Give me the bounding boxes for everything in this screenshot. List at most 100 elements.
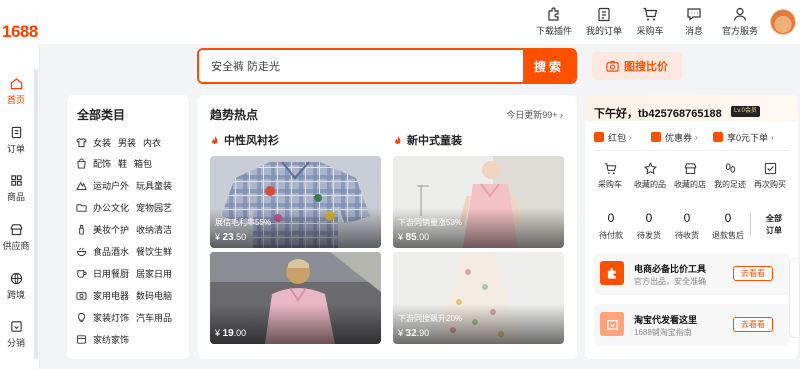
sidebar-item-orders[interactable]: 订单 bbox=[0, 126, 32, 155]
search-input[interactable] bbox=[199, 50, 523, 82]
category-link[interactable]: 家纺家饰 bbox=[93, 333, 129, 346]
category-link[interactable]: 数码电脑 bbox=[136, 289, 172, 302]
category-link[interactable]: 宠物园艺 bbox=[136, 201, 172, 214]
quick-buy-again[interactable]: 再次购买 bbox=[750, 162, 790, 190]
zero-yuan-icon bbox=[713, 132, 723, 142]
category-link[interactable]: 日用餐厨 bbox=[93, 267, 129, 280]
stat-pending-payment[interactable]: 0 待付款 bbox=[593, 211, 629, 241]
logo-1688[interactable]: 1688 bbox=[2, 22, 38, 42]
trend-panel: 趋势热点 今日更新99+ › 中性风衬衫 新中式童装 展信毛利率55% ¥ 23… bbox=[198, 95, 577, 359]
sidebar-item-home[interactable]: 首页 bbox=[0, 77, 32, 106]
puzzle-icon bbox=[548, 7, 559, 21]
cup-icon bbox=[77, 269, 87, 278]
category-row: 配饰鞋箱包 bbox=[76, 156, 159, 170]
top-bar: 1688 下载插件 我的订单 采购车 消息 官方服务 bbox=[0, 0, 800, 44]
category-row: 家用电器 数码电脑 bbox=[76, 288, 179, 302]
search-button[interactable]: 搜索 bbox=[523, 50, 575, 82]
product-card[interactable]: ¥ 19.00 bbox=[210, 252, 381, 344]
greeting-text: 下午好，tb425768765188 bbox=[594, 108, 722, 120]
official-service-button[interactable]: 官方服务 bbox=[716, 6, 764, 37]
puzzle-icon bbox=[607, 267, 616, 279]
category-row: 办公文化 宠物园艺 bbox=[76, 200, 179, 214]
category-link[interactable]: 美妆个护 bbox=[93, 223, 129, 236]
product-card[interactable]: 下游同销量涨53% ¥ 85.00 bbox=[393, 156, 564, 248]
beauty-icon bbox=[79, 224, 84, 235]
stat-pending-shipment[interactable]: 0 待发货 bbox=[631, 211, 667, 241]
category-link[interactable]: 餐饮生鲜 bbox=[136, 245, 172, 258]
user-panel: 下午好，tb425768765188 Lv.0会员 红包 › 优惠券 › 享0元下单… bbox=[585, 95, 798, 359]
quick-favorite-products[interactable]: 收藏的品 bbox=[630, 162, 670, 190]
taobao-dropship-card[interactable]: 淘宝代发看这里 1688铺淘宝指南 去看看 bbox=[594, 304, 790, 346]
go-see-button[interactable]: 去看看 bbox=[733, 266, 773, 281]
quick-cart[interactable]: 采购车 bbox=[590, 162, 630, 190]
category-row: 美妆个护 收纳清洁 bbox=[76, 222, 179, 236]
category-row: 家装灯饰 汽车用品 bbox=[76, 310, 179, 324]
folder-icon bbox=[76, 203, 87, 212]
textile-icon bbox=[76, 334, 87, 344]
product-card[interactable]: 下游同搜飙升20% ¥ 32.90 bbox=[393, 252, 564, 344]
category-link[interactable]: 家装灯饰 bbox=[93, 311, 129, 324]
message-icon bbox=[687, 8, 701, 21]
download-plugin-button[interactable]: 下载插件 bbox=[528, 6, 580, 37]
fire-icon bbox=[212, 135, 218, 144]
category-link[interactable]: 家用电器 bbox=[93, 289, 129, 302]
all-orders-link[interactable]: 全部 订单 bbox=[762, 213, 786, 237]
category-link[interactable]: 收纳清洁 bbox=[136, 223, 172, 236]
category-link[interactable]: 内衣 bbox=[143, 136, 161, 149]
stat-pending-receipt[interactable]: 0 待收货 bbox=[669, 211, 705, 241]
category-link[interactable]: 配饰 bbox=[93, 157, 111, 170]
category-link[interactable]: 居家日用 bbox=[136, 267, 172, 280]
camera-icon bbox=[606, 60, 619, 72]
category-link[interactable]: 箱包 bbox=[134, 157, 152, 170]
category-link[interactable]: 女装 bbox=[93, 136, 111, 149]
tshirt-icon bbox=[76, 137, 87, 147]
sidebar-item-products[interactable]: 商品 bbox=[0, 174, 32, 203]
category-row: 日用餐厨 居家日用 bbox=[76, 266, 179, 280]
product-tag: 下游同搜飙升20% bbox=[398, 314, 463, 323]
category-row: 家纺家饰 bbox=[76, 332, 136, 346]
category-link[interactable]: 鞋 bbox=[118, 157, 127, 170]
product-price: ¥ 85.00 bbox=[398, 232, 430, 243]
category-row: 女装 男装 内衣 bbox=[76, 135, 168, 149]
category-link[interactable]: 男装 bbox=[118, 136, 136, 149]
zero-yuan-order-link[interactable]: 享0元下单 › bbox=[713, 130, 774, 144]
sidebar-scrollbar[interactable] bbox=[34, 69, 38, 359]
trend-group-title[interactable]: 中性风衬衫 bbox=[210, 132, 279, 148]
category-link[interactable]: 运动户外 bbox=[93, 179, 129, 192]
camera-icon bbox=[76, 291, 87, 300]
price-compare-tool-card[interactable]: 电商必备比价工具 官方出品，安全准确 去看看 bbox=[594, 253, 790, 295]
my-orders-button[interactable]: 我的订单 bbox=[580, 6, 628, 37]
member-level-badge[interactable]: Lv.0会员 bbox=[731, 106, 760, 117]
shop-icon bbox=[684, 163, 696, 174]
box-icon bbox=[606, 319, 618, 330]
floating-toolbar[interactable] bbox=[789, 258, 800, 338]
sidebar-item-cross-border[interactable]: 跨境 bbox=[0, 272, 32, 301]
top-nav: 下载插件 我的订单 采购车 消息 官方服务 bbox=[528, 6, 764, 37]
category-panel: 全部类目 女装 男装 内衣 配饰鞋箱包 运动户外 玩具童装 办公文化 宠物园艺 美妆个护… bbox=[67, 95, 189, 359]
coupon-icon bbox=[651, 132, 661, 142]
image-search-button[interactable]: 图搜比价 bbox=[592, 52, 682, 80]
category-link[interactable]: 玩具童装 bbox=[136, 179, 172, 192]
avatar[interactable] bbox=[770, 9, 796, 35]
red-packet-link[interactable]: 红包 › bbox=[594, 130, 632, 144]
red-packet-icon bbox=[594, 132, 604, 142]
category-title: 全部类目 bbox=[77, 108, 126, 122]
product-card[interactable]: 展信毛利率55% ¥ 23.50 bbox=[210, 156, 381, 248]
go-see-button[interactable]: 去看看 bbox=[733, 317, 773, 332]
quick-favorite-shops[interactable]: 收藏的店 bbox=[670, 162, 710, 190]
sidebar-item-distribution[interactable]: 分销 bbox=[0, 320, 32, 349]
trend-update-link[interactable]: 今日更新99+ › bbox=[506, 108, 563, 121]
category-link[interactable]: 汽车用品 bbox=[136, 311, 172, 324]
stat-refund[interactable]: 0 退款售后 bbox=[707, 211, 749, 241]
cart-icon bbox=[604, 163, 616, 174]
coupon-link[interactable]: 优惠券 › bbox=[651, 130, 698, 144]
category-link[interactable]: 办公文化 bbox=[93, 201, 129, 214]
category-link[interactable]: 食品酒水 bbox=[93, 245, 129, 258]
quick-footprint[interactable]: 我的足迹 bbox=[710, 162, 750, 190]
checkbox-icon bbox=[764, 162, 776, 175]
sidebar-item-suppliers[interactable]: 供应商 bbox=[0, 223, 32, 252]
trend-group-title[interactable]: 新中式童装 bbox=[393, 132, 462, 148]
store-icon bbox=[10, 224, 22, 236]
cart-button[interactable]: 采购车 bbox=[628, 6, 672, 37]
messages-button[interactable]: 消息 bbox=[672, 6, 716, 37]
